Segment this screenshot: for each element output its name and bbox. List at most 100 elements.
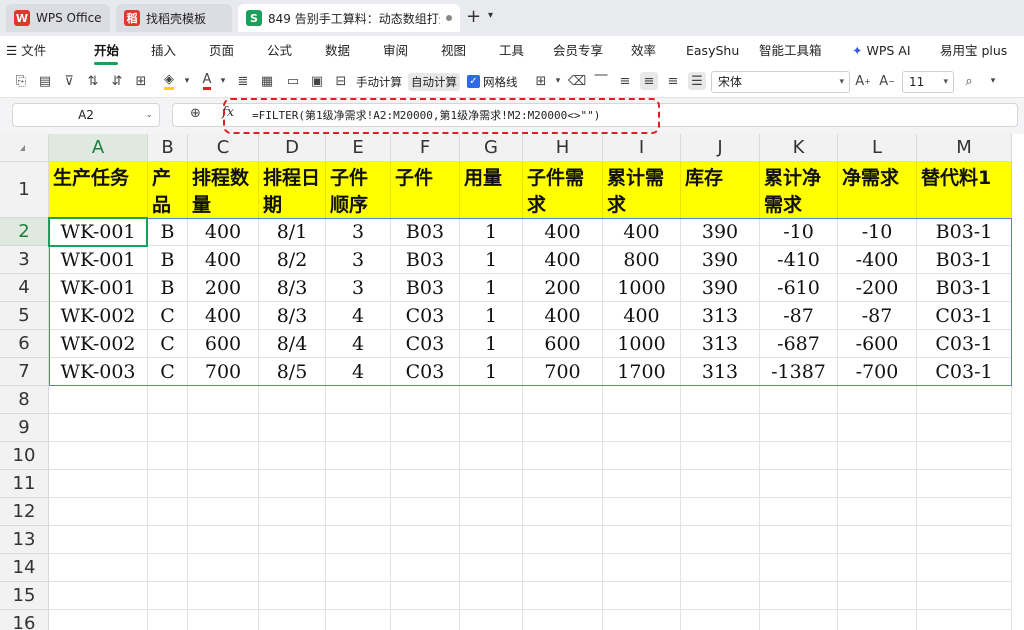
column-header-l[interactable]: L [838, 134, 917, 162]
empty-cell[interactable] [188, 610, 259, 630]
empty-cell[interactable] [917, 498, 1012, 526]
data-cell[interactable]: 200 [188, 274, 259, 302]
empty-cell[interactable] [391, 554, 460, 582]
filter-icon[interactable]: ⊽ [60, 72, 78, 90]
tab-spreadsheet[interactable]: S 849 告别手工算料：动态数组打造 [238, 4, 460, 32]
chevron-down-icon[interactable]: ▾ [984, 72, 1002, 90]
empty-cell[interactable] [148, 554, 188, 582]
table-style-icon[interactable]: ⊞ [532, 72, 550, 90]
data-cell[interactable]: 390 [681, 246, 760, 274]
empty-cell[interactable] [259, 442, 326, 470]
empty-cell[interactable] [326, 582, 391, 610]
empty-cell[interactable] [603, 442, 681, 470]
empty-cell[interactable] [259, 414, 326, 442]
data-cell[interactable]: 400 [523, 246, 603, 274]
data-cell[interactable]: B [148, 246, 188, 274]
empty-cell[interactable] [760, 610, 838, 630]
row-header-8[interactable]: 8 [0, 386, 49, 414]
empty-cell[interactable] [148, 414, 188, 442]
empty-cell[interactable] [326, 414, 391, 442]
data-cell[interactable]: 1 [460, 274, 523, 302]
empty-cell[interactable] [838, 554, 917, 582]
data-cell[interactable]: WK-003 [49, 358, 148, 386]
data-cell[interactable]: 1 [460, 302, 523, 330]
empty-cell[interactable] [760, 526, 838, 554]
empty-cell[interactable] [603, 610, 681, 630]
data-cell[interactable]: 400 [188, 246, 259, 274]
tab-wps-office[interactable]: W WPS Office [6, 4, 110, 32]
data-cell[interactable]: WK-001 [49, 274, 148, 302]
data-cell[interactable]: C03-1 [917, 330, 1012, 358]
data-cell[interactable]: B03-1 [917, 246, 1012, 274]
row-header-7[interactable]: 7 [0, 358, 49, 386]
empty-cell[interactable] [460, 386, 523, 414]
zoom-icon[interactable]: ⊕ [190, 106, 201, 121]
column-header-c[interactable]: C [188, 134, 259, 162]
empty-cell[interactable] [460, 554, 523, 582]
menu-data[interactable]: 数据 [325, 36, 350, 66]
menu-formula[interactable]: 公式 [267, 36, 292, 66]
data-cell[interactable]: 8/3 [259, 302, 326, 330]
empty-cell[interactable] [523, 470, 603, 498]
empty-cell[interactable] [391, 526, 460, 554]
empty-cell[interactable] [603, 526, 681, 554]
wrap-text-icon[interactable]: ≣ [234, 72, 252, 90]
data-cell[interactable]: 3 [326, 218, 391, 246]
row-header-12[interactable]: 12 [0, 498, 49, 526]
data-cell[interactable]: C03 [391, 358, 460, 386]
empty-cell[interactable] [259, 470, 326, 498]
data-cell[interactable]: 1 [460, 358, 523, 386]
empty-cell[interactable] [917, 526, 1012, 554]
menu-member[interactable]: 会员专享 [553, 36, 603, 66]
empty-cell[interactable] [326, 610, 391, 630]
row-header-14[interactable]: 14 [0, 554, 49, 582]
chevron-down-icon[interactable]: ▾ [214, 72, 232, 90]
empty-cell[interactable] [391, 414, 460, 442]
borders-icon[interactable]: ⊞ [132, 72, 150, 90]
header-cell-e[interactable]: 子件顺序 [326, 162, 391, 218]
chevron-down-icon[interactable]: ▾ [488, 10, 493, 21]
data-cell[interactable]: 313 [681, 330, 760, 358]
data-cell[interactable]: 600 [188, 330, 259, 358]
empty-cell[interactable] [148, 386, 188, 414]
empty-cell[interactable] [188, 554, 259, 582]
empty-cell[interactable] [259, 582, 326, 610]
header-cell-b[interactable]: 产品 [148, 162, 188, 218]
empty-cell[interactable] [391, 498, 460, 526]
header-cell-j[interactable]: 库存 [681, 162, 760, 218]
empty-cell[interactable] [49, 554, 148, 582]
empty-cell[interactable] [460, 470, 523, 498]
data-cell[interactable]: 313 [681, 358, 760, 386]
data-cell[interactable]: 400 [188, 218, 259, 246]
empty-cell[interactable] [681, 498, 760, 526]
empty-cell[interactable] [523, 386, 603, 414]
data-cell[interactable]: 400 [603, 302, 681, 330]
empty-cell[interactable] [188, 386, 259, 414]
data-cell[interactable]: 8/3 [259, 274, 326, 302]
empty-cell[interactable] [259, 554, 326, 582]
empty-cell[interactable] [326, 386, 391, 414]
empty-cell[interactable] [49, 582, 148, 610]
empty-cell[interactable] [326, 442, 391, 470]
align-top-icon[interactable]: ⎺ [592, 72, 610, 90]
empty-cell[interactable] [838, 498, 917, 526]
empty-cell[interactable] [326, 526, 391, 554]
decrease-font-icon[interactable]: A − [878, 72, 896, 90]
empty-cell[interactable] [681, 414, 760, 442]
data-cell[interactable]: B [148, 218, 188, 246]
data-cell[interactable]: 400 [603, 218, 681, 246]
row-header-6[interactable]: 6 [0, 330, 49, 358]
empty-cell[interactable] [259, 386, 326, 414]
align-right-icon[interactable]: ≡ [664, 72, 682, 90]
empty-cell[interactable] [760, 554, 838, 582]
data-cell[interactable]: WK-001 [49, 246, 148, 274]
font-name-select[interactable]: 宋体 ▾ [711, 71, 850, 93]
empty-cell[interactable] [391, 386, 460, 414]
empty-cell[interactable] [603, 498, 681, 526]
empty-cell[interactable] [49, 442, 148, 470]
merge-icon[interactable]: ▦ [258, 72, 276, 90]
row-header-2[interactable]: 2 [0, 218, 49, 246]
empty-cell[interactable] [681, 582, 760, 610]
tab-template[interactable]: 稻 找稻壳模板 [116, 4, 232, 32]
data-cell[interactable]: 800 [603, 246, 681, 274]
